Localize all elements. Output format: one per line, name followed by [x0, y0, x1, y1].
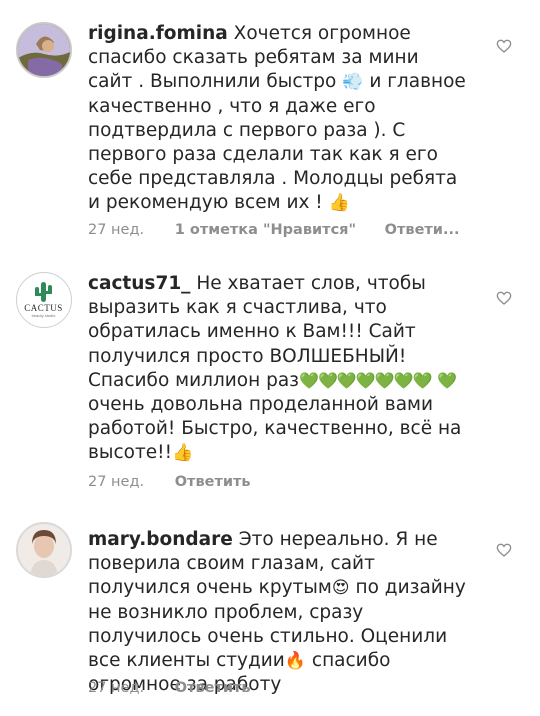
comment-likes-count[interactable]: 1 отметка "Нравится" — [175, 222, 356, 238]
comment-body-continued: и главное качественно , что я даже его п… — [88, 71, 466, 214]
avatar-label: CACTUS — [24, 303, 63, 313]
fire-emoji: 🔥 — [284, 651, 307, 672]
comment-username[interactable]: mary.bondare — [88, 529, 233, 550]
avatar[interactable] — [16, 522, 72, 578]
comment-time: 27 нед. — [88, 680, 145, 696]
comment-text: cactus71_ Не хватает слов, чтобы выразит… — [88, 272, 468, 466]
like-heart-icon[interactable] — [496, 542, 512, 558]
comment-body-continued: очень довольна проделанной вами работой!… — [88, 394, 462, 464]
avatar[interactable] — [16, 22, 72, 78]
like-heart-icon[interactable] — [496, 38, 512, 54]
avatar-photo — [18, 24, 70, 76]
avatar-sublabel: beauty studio — [31, 313, 56, 318]
reply-button[interactable]: Ответить — [175, 680, 251, 696]
reply-button[interactable]: Ответи... — [385, 222, 460, 238]
thumbs-up-emoji: 👍 — [172, 443, 194, 464]
like-heart-icon[interactable] — [496, 290, 512, 306]
avatar-photo — [18, 524, 70, 576]
reply-button[interactable]: Ответить — [175, 474, 251, 490]
comment-time: 27 нед. — [88, 222, 145, 238]
comment-username[interactable]: rigina.fomina — [88, 23, 228, 44]
cactus-logo-icon — [17, 273, 70, 326]
thumbs-up-emoji: 👍 — [328, 193, 350, 214]
comment-meta: 27 нед. Ответить — [88, 474, 251, 490]
dash-emoji: 💨 — [342, 72, 364, 93]
avatar[interactable]: CACTUS beauty studio — [16, 272, 72, 328]
comment-time: 27 нед. — [88, 474, 145, 490]
comment-meta: 27 нед. 1 отметка "Нравится" Ответи... — [88, 222, 460, 238]
heart-eyes-emoji: 😍 — [331, 578, 350, 599]
comment-text: rigina.fomina Хочется огромное спасибо с… — [88, 22, 468, 216]
comment-username[interactable]: cactus71_ — [88, 273, 190, 294]
comments-feed: rigina.fomina Хочется огромное спасибо с… — [0, 0, 540, 716]
green-heart-emojis: 💚💚💚💚💚💚💚 — [299, 370, 432, 390]
comment-meta: 27 нед. Ответить — [88, 680, 251, 696]
green-heart-emoji: 💚 — [437, 370, 457, 390]
comment-text: mary.bondare Это нереально. Я не поверил… — [88, 528, 468, 697]
